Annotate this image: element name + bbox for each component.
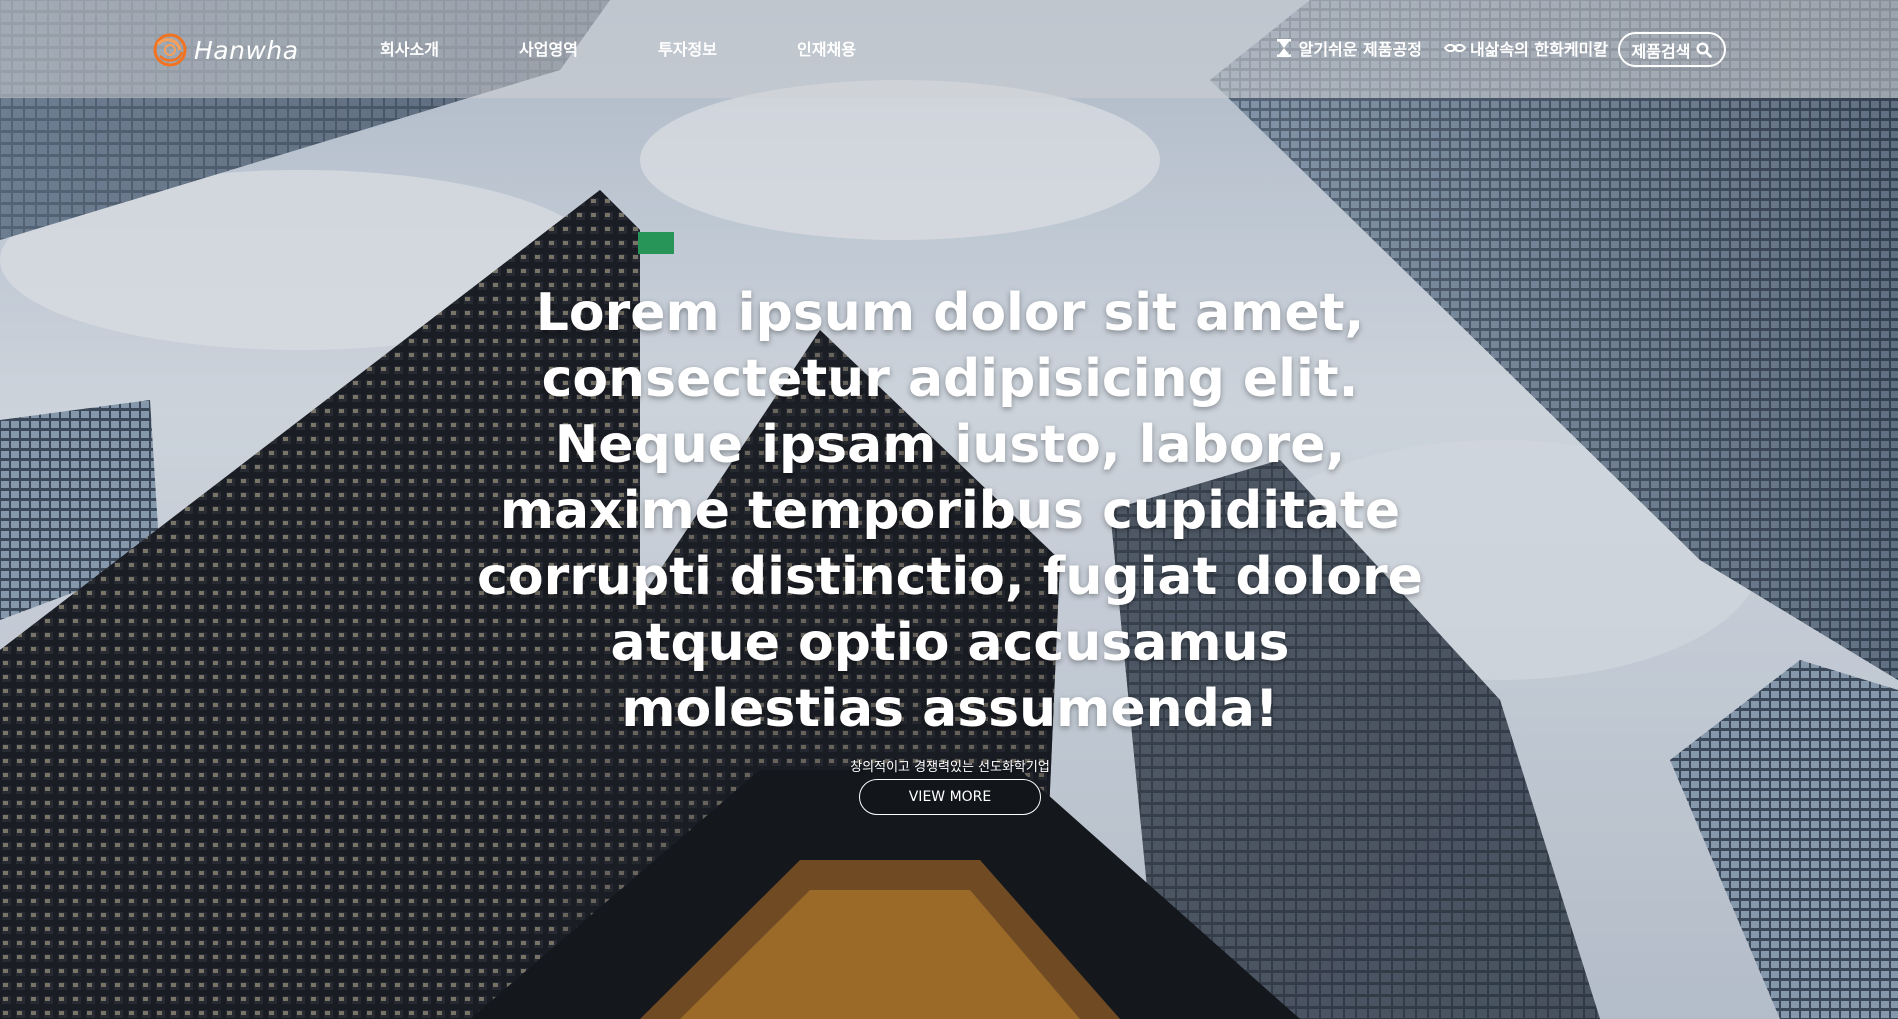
nav-item-company[interactable]: 회사소개 [340, 36, 479, 60]
product-search-button[interactable]: 제품검색 [1618, 32, 1726, 67]
search-icon [1696, 41, 1713, 58]
util-link-life-with-hanwha[interactable]: 내삶속의 한화케미칼 [1443, 36, 1608, 60]
util-link-product-process[interactable]: 알기쉬운 제품공정 [1273, 36, 1422, 60]
hero-section: Lorem ipsum dolor sit amet, consectetur … [470, 280, 1430, 815]
brand-logo[interactable]: Hanwha [150, 30, 299, 70]
hanwha-logo-icon [153, 33, 187, 67]
hourglass-icon [1276, 39, 1291, 57]
site-header: Hanwha 회사소개 사업영역 투자정보 인재채용 알기쉬운 제품공정 내삶속… [0, 0, 1898, 98]
main-navigation: 회사소개 사업영역 투자정보 인재채용 [340, 36, 896, 60]
utility-links: 알기쉬운 제품공정 내삶속의 한화케미칼 [1273, 36, 1608, 60]
util-link-life-with-hanwha-label: 내삶속의 한화케미칼 [1469, 40, 1608, 59]
handshake-icon [1443, 43, 1466, 53]
hero-subtitle: 창의적이고 경쟁력있는 선도화학기업 [850, 760, 1050, 775]
view-more-button[interactable]: VIEW MORE [859, 779, 1041, 815]
hero-title: Lorem ipsum dolor sit amet, consectetur … [477, 283, 1423, 739]
product-search-label: 제품검색 [1631, 41, 1691, 61]
nav-item-careers[interactable]: 인재채용 [757, 36, 896, 60]
nav-item-business[interactable]: 사업영역 [479, 36, 618, 60]
logo-text: Hanwha [194, 35, 299, 65]
page: Hanwha 회사소개 사업영역 투자정보 인재채용 알기쉬운 제품공정 내삶속… [0, 0, 1898, 1019]
util-link-product-process-label: 알기쉬운 제품공정 [1298, 40, 1422, 59]
nav-item-investor[interactable]: 투자정보 [618, 36, 757, 60]
